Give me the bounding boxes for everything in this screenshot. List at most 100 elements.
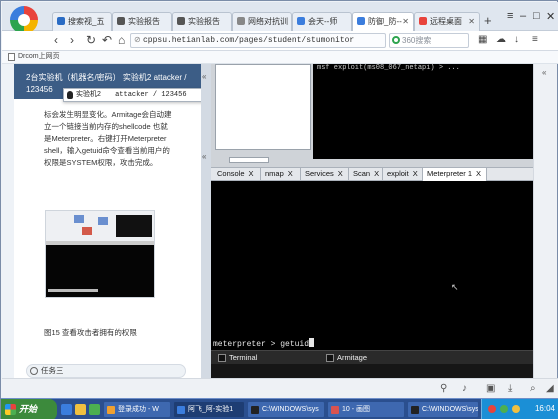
thumbnail-graphic [46, 211, 154, 297]
clock[interactable]: 16:04 [535, 404, 555, 413]
instructions-text: 标会发生明显变化。Armitage会自动建立一个链接当前内存的shellcode… [44, 110, 172, 167]
menu-icon[interactable]: ≡ [507, 10, 513, 22]
terminal-task[interactable]: Terminal [215, 352, 315, 364]
armitage-task[interactable]: Armitage [323, 352, 423, 364]
panel-collapse-bar[interactable]: « « [201, 64, 211, 378]
minimize-button[interactable]: – [520, 10, 526, 22]
cloud-icon[interactable]: ☁ [496, 33, 506, 47]
tab-exploit[interactable]: exploit X [383, 168, 423, 181]
taskbar-item[interactable]: C:\WINDOWS\sys [407, 401, 479, 418]
back-button[interactable]: ‹ [54, 33, 58, 47]
tab-services[interactable]: Services X [301, 168, 349, 181]
collapse-left-icon[interactable]: « [202, 72, 206, 81]
tab-meterpreter[interactable]: Meterpreter 1X [423, 168, 487, 181]
home-button[interactable]: ⌂ [118, 33, 125, 47]
speaker-icon[interactable]: ♪ [462, 383, 467, 394]
maximize-button[interactable]: □ [533, 10, 540, 22]
vm-name: 实验机2 [76, 91, 101, 98]
screenshot-thumbnail[interactable] [45, 210, 155, 298]
new-tab-button[interactable]: + [484, 13, 492, 28]
download-icon[interactable]: ↓ [514, 33, 519, 47]
search-engine-icon [392, 36, 400, 44]
cmd-window-icon [251, 406, 259, 414]
tab-label: Services [305, 169, 334, 178]
quick-launch-folder-icon[interactable] [75, 404, 86, 415]
tab-close-icon[interactable]: X [288, 169, 293, 178]
task-three-section[interactable]: 任务三 [26, 364, 186, 378]
tab-close-icon[interactable]: ✕ [402, 13, 409, 30]
browser-tab[interactable]: 网络对抗训 [232, 12, 292, 31]
undo-button[interactable]: ↶ [102, 33, 112, 47]
reload-button[interactable]: ↻ [86, 33, 96, 47]
collapse-left-icon[interactable]: « [202, 152, 206, 161]
resize-icon[interactable]: ◢ [546, 383, 554, 394]
tab-favicon-icon [177, 17, 185, 25]
tab-scan[interactable]: Scan X [349, 168, 383, 181]
task-label: Terminal [229, 353, 258, 362]
remote-desktop-screen[interactable]: msf exploit(ms08_067_netapi) > ... Conso… [211, 64, 533, 378]
meterpreter-input[interactable]: meterpreter > getuid [213, 338, 315, 349]
close-window-button[interactable]: ✕ [546, 10, 555, 23]
expand-circle-icon [30, 367, 38, 375]
window-icon [177, 406, 185, 414]
collapse-right-icon[interactable]: « [542, 68, 546, 77]
tab-label: Console [217, 169, 245, 178]
browser-tab-active[interactable]: 防御_防-- ✕ [352, 12, 414, 32]
pin-icon[interactable]: ⚲ [440, 383, 447, 394]
tray-volume-icon[interactable] [512, 405, 520, 413]
taskbar-item[interactable]: C:\WINDOWS\sys [247, 401, 325, 418]
menu-icon[interactable]: ≡ [532, 33, 538, 47]
zoom-icon[interactable]: ⌕ [530, 383, 536, 394]
tab-label: 会天--师 [308, 17, 338, 26]
vm-selector-dropdown[interactable]: 实验机2 attacker / 123456 ▼ [63, 88, 223, 102]
scroll-handle[interactable] [229, 157, 269, 163]
mouse-pointer-icon: ↖ [451, 282, 459, 292]
download-icon[interactable]: ⤓ [508, 383, 512, 394]
quick-launch-browser-icon[interactable] [89, 404, 100, 415]
tab-close-icon[interactable]: X [338, 169, 343, 178]
meterpreter-console[interactable] [211, 181, 533, 350]
task-label: 10 - 画图 [342, 406, 371, 413]
browser-tab[interactable]: 实验报告 [112, 12, 172, 31]
bookmark-bar: Drcom上网页 [2, 51, 558, 64]
tab-close-icon[interactable]: X [413, 169, 418, 178]
bookmark-item[interactable]: Drcom上网页 [18, 53, 60, 60]
tray-network-icon[interactable] [500, 405, 508, 413]
browser-window: 搜索视_五 实验报告 实验报告 网络对抗训 会天--师 防御_防-- ✕ 远程桌… [0, 0, 558, 419]
search-box[interactable]: 360搜索 [389, 33, 469, 48]
browser-tab[interactable]: 搜索视_五 [52, 12, 112, 31]
grid-icon[interactable]: ▦ [478, 33, 487, 47]
windows-taskbar: 开始 登录成功 - W 阿飞_阿-实验1 C:\WINDOWS\sys 10 -… [1, 398, 558, 419]
tab-close-icon[interactable]: X [476, 169, 481, 178]
page-info-icon[interactable]: ⊘ [134, 34, 141, 47]
taskbar-item[interactable]: 登录成功 - W [103, 401, 171, 418]
tray-app-icon[interactable] [488, 405, 496, 413]
browser-tab[interactable]: 远程桌面 ✕ [414, 12, 480, 31]
image-icon[interactable]: ▣ [486, 383, 495, 394]
taskbar-item-active[interactable]: 阿飞_阿-实验1 [173, 401, 245, 418]
tab-close-icon[interactable]: X [374, 169, 379, 178]
tab-console[interactable]: Console X [213, 168, 261, 181]
cmd-window-icon [411, 406, 419, 414]
taskbar-item[interactable]: 10 - 画图 [327, 401, 405, 418]
forward-button[interactable]: › [70, 33, 74, 47]
quick-launch-ie-icon[interactable] [61, 404, 72, 415]
start-button[interactable]: 开始 [1, 399, 57, 419]
tab-nmap[interactable]: nmap X [261, 168, 301, 181]
system-tray: 16:04 [481, 399, 558, 419]
targets-pane[interactable] [215, 64, 311, 150]
browser-tab[interactable]: 会天--师 [292, 12, 352, 31]
bookmark-page-icon [8, 53, 15, 61]
paint-icon [331, 406, 339, 414]
tab-close-icon[interactable]: ✕ [468, 13, 475, 30]
address-bar[interactable]: ⊘ cppsu.hetianlab.com/pages/student/stum… [130, 33, 386, 48]
url-text: cppsu.hetianlab.com/pages/student/stumon… [143, 36, 355, 45]
browser-tab[interactable]: 实验报告 [172, 12, 232, 31]
browser-logo-icon [10, 6, 38, 34]
prompt-text: meterpreter > getuid [213, 340, 310, 349]
vm-credentials: attacker / 123456 [115, 91, 187, 99]
start-label: 开始 [19, 404, 38, 414]
browser-status-bar: ⚲ ♪ ▣ ⤓ ⌕ ◢ [2, 378, 558, 398]
figure-caption: 图15 查看攻击者拥有的权限 [44, 328, 137, 337]
tab-close-icon[interactable]: X [249, 169, 254, 178]
